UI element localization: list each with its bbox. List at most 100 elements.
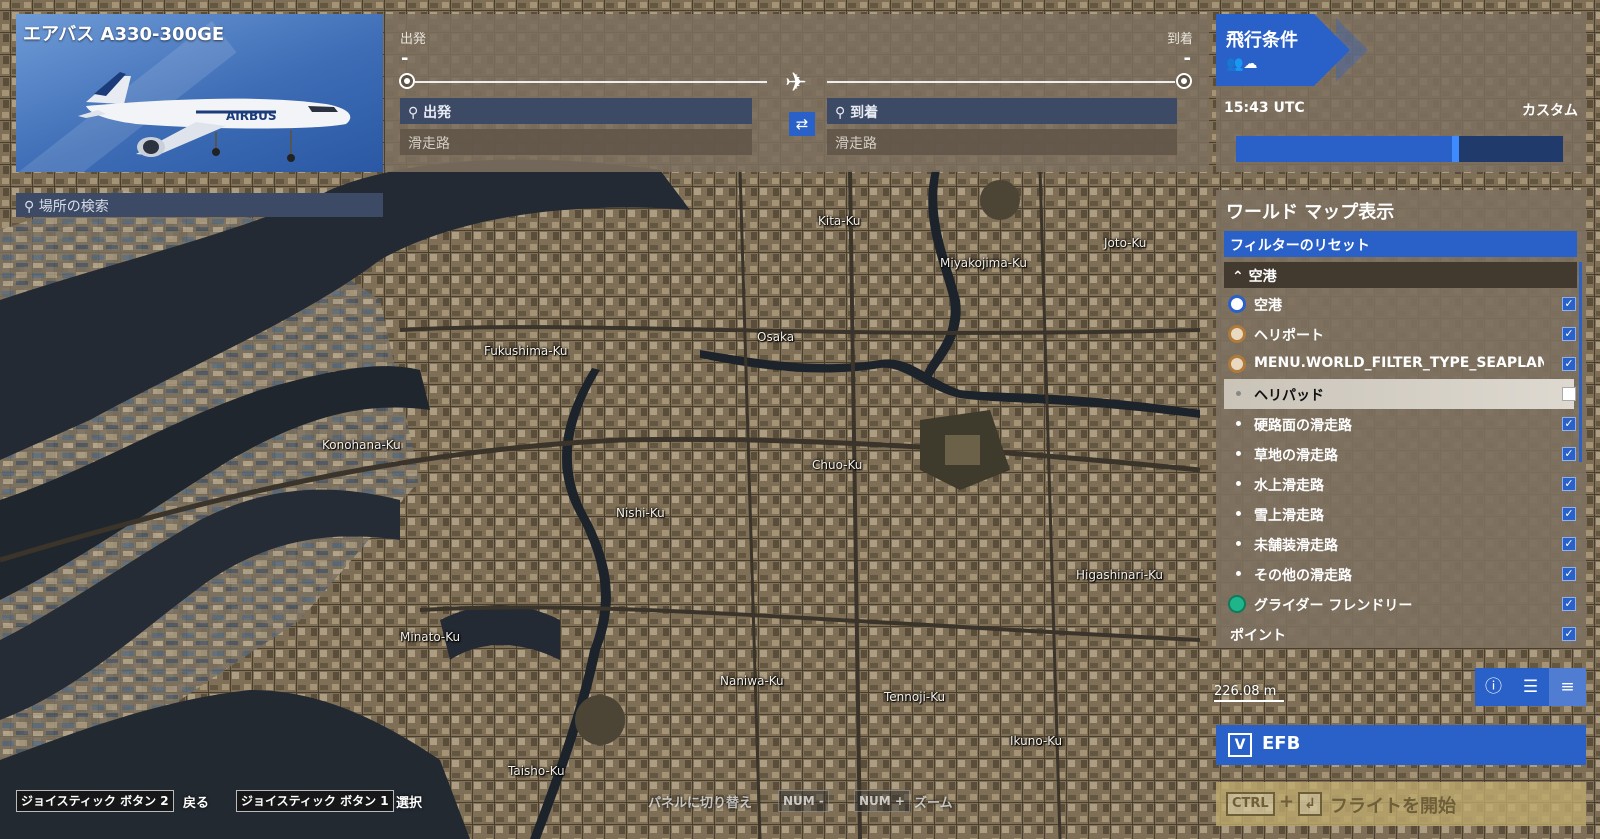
back-key: ジョイスティック ボタン 2 (16, 790, 174, 812)
location-search-placeholder: 場所の検索 (38, 199, 109, 215)
seaplane-icon (1228, 355, 1246, 373)
arrival-search-field[interactable]: ⚲ 到着 (827, 98, 1177, 124)
filter-list: 空港✓ヘリポート✓MENU.WORLD_FILTER_TYPE_SEAPLANE… (1224, 289, 1576, 649)
efb-button[interactable]: V EFB (1216, 725, 1586, 765)
filter-checkbox[interactable]: ✓ (1562, 567, 1576, 581)
departure-knob[interactable] (399, 73, 415, 89)
swap-route-button[interactable]: ⇄ (789, 112, 815, 136)
filter-item[interactable]: 雪上滑走路 ✓ (1224, 499, 1576, 529)
filter-item[interactable]: ヘリポート ✓ (1224, 319, 1576, 349)
arrival-label: 到着 (1166, 32, 1193, 47)
bullet-icon (1236, 511, 1241, 516)
filter-checkbox[interactable]: ✓ (1562, 327, 1576, 341)
filter-checkbox[interactable]: ✓ (1562, 537, 1576, 551)
enter-key-icon: ↲ (1298, 792, 1322, 816)
arrival-search-label: 到着 (850, 105, 879, 121)
location-search-field[interactable]: ⚲ 場所の検索 (16, 193, 383, 217)
reset-filters-button[interactable]: フィルターのリセット (1224, 231, 1577, 257)
filter-item[interactable]: グライダー フレンドリー ✓ (1224, 589, 1576, 619)
zoom-out-key: NUM - (778, 790, 829, 812)
map-label: Nishi-Ku (616, 506, 665, 520)
filter-checkbox[interactable]: ✓ (1562, 627, 1576, 641)
airport-group-header[interactable]: ⌃ 空港 (1224, 262, 1577, 288)
airport-icon (1228, 295, 1246, 313)
filters-icon[interactable]: ≡ (1549, 668, 1586, 706)
filter-checkbox[interactable]: ✓ (1562, 417, 1576, 431)
filter-item-label: 硬路面の滑走路 (1254, 418, 1352, 434)
select-key: ジョイスティック ボタン 1 (236, 790, 394, 812)
bullet-icon (1236, 571, 1241, 576)
glider-icon (1228, 595, 1246, 613)
map-label: Osaka (757, 330, 795, 344)
filter-item[interactable]: MENU.WORLD_FILTER_TYPE_SEAPLANE_BASE ✓ (1224, 349, 1576, 379)
filter-item-label: グライダー フレンドリー (1254, 598, 1413, 614)
world-map-filter-panel: ワールド マップ表示 フィルターのリセット ⌃ 空港 空港 ✓ ヘリポート ✓ MENU… (1216, 190, 1586, 648)
zoom-action[interactable]: ズーム (914, 792, 953, 811)
back-action[interactable]: 戻る (183, 792, 209, 811)
map-label: Tennoji-Ku (884, 690, 946, 704)
time-slider-fill (1236, 136, 1452, 162)
time-slider-handle[interactable] (1451, 136, 1459, 162)
svg-text:AIRBUS: AIRBUS (226, 109, 277, 123)
start-flight-label: フライトを開始 (1330, 796, 1456, 817)
filter-item[interactable]: その他の滑走路 ✓ (1224, 559, 1576, 589)
map-label: Fukushima-Ku (484, 344, 568, 358)
bullet-icon (1236, 481, 1241, 486)
map-scale: 226.08 m (1214, 684, 1277, 699)
departure-runway-field[interactable]: 滑走路 (400, 129, 752, 155)
filter-checkbox[interactable]: ✓ (1562, 507, 1576, 521)
filter-scrollbar[interactable] (1579, 262, 1582, 462)
bullet-icon (1236, 451, 1241, 456)
filter-item-label: その他の滑走路 (1254, 568, 1352, 584)
filter-checkbox[interactable]: ✓ (1562, 297, 1576, 311)
filter-item[interactable]: 空港 ✓ (1224, 289, 1576, 319)
layers-icon[interactable]: ☰ (1512, 668, 1549, 706)
efb-key: V (1228, 733, 1252, 757)
start-flight-button[interactable]: CTRL + ↲ フライトを開始 (1216, 782, 1586, 826)
arrival-runway-field[interactable]: 滑走路 (827, 129, 1177, 155)
filter-item-label: 雪上滑走路 (1254, 508, 1324, 524)
plus-sign: + (1279, 791, 1295, 812)
info-icon[interactable]: ⓘ (1475, 668, 1512, 706)
filter-item[interactable]: 草地の滑走路 ✓ (1224, 439, 1576, 469)
filter-item[interactable]: ヘリパッド (1224, 379, 1576, 409)
time-utc: 15:43 UTC (1224, 100, 1305, 116)
aircraft-title: エアバス A330-300GE (23, 24, 225, 45)
multiplayer-weather-icon: 👥☁ (1226, 56, 1258, 72)
filter-item[interactable]: 硬路面の滑走路 ✓ (1224, 409, 1576, 439)
arrival-track (827, 81, 1175, 83)
aircraft-card[interactable]: AIRBUS エアバス A330-300GE (16, 14, 383, 172)
filter-item-label: 未舗装滑走路 (1254, 538, 1338, 554)
filter-checkbox[interactable]: ✓ (1562, 597, 1576, 611)
arrival-knob[interactable] (1176, 73, 1192, 89)
switch-to-panel-action[interactable]: パネルに切り替え (648, 792, 752, 811)
filter-item[interactable]: 水上滑走路 ✓ (1224, 469, 1576, 499)
departure-value: - (401, 48, 409, 69)
map-scale-bar (1214, 700, 1284, 702)
filter-checkbox[interactable]: ✓ (1562, 357, 1576, 371)
filter-checkbox[interactable]: ✓ (1562, 477, 1576, 491)
zoom-in-key: NUM + (854, 790, 910, 812)
filter-checkbox[interactable]: ✓ (1562, 447, 1576, 461)
filter-item-label: 空港 (1254, 298, 1282, 314)
time-of-day-slider[interactable] (1236, 136, 1563, 162)
select-action[interactable]: 選択 (396, 792, 422, 811)
filter-item[interactable]: ポイント ✓ (1224, 619, 1576, 649)
departure-search-label: 出発 (423, 105, 452, 121)
airport-group-label: 空港 (1248, 269, 1277, 285)
conditions-chevron-shadow (1336, 18, 1368, 82)
departure-track (415, 81, 767, 83)
filter-checkbox[interactable] (1562, 387, 1576, 401)
airplane-icon: ✈ (785, 68, 807, 98)
filter-item[interactable]: 未舗装滑走路 ✓ (1224, 529, 1576, 559)
map-label: Joto-Ku (1104, 236, 1147, 250)
flight-conditions-panel[interactable]: 飛行条件 👥☁ 15:43 UTC カスタム (1216, 14, 1586, 172)
arrival-value: - (1183, 48, 1191, 69)
chevron-up-icon: ⌃ (1232, 269, 1244, 285)
departure-search-field[interactable]: ⚲ 出発 (400, 98, 752, 124)
departure-label: 出発 (400, 32, 427, 47)
aircraft-image: AIRBUS (78, 72, 351, 162)
conditions-title: 飛行条件 (1226, 30, 1298, 51)
search-icon: ⚲ (835, 105, 846, 121)
bullet-icon (1236, 421, 1241, 426)
